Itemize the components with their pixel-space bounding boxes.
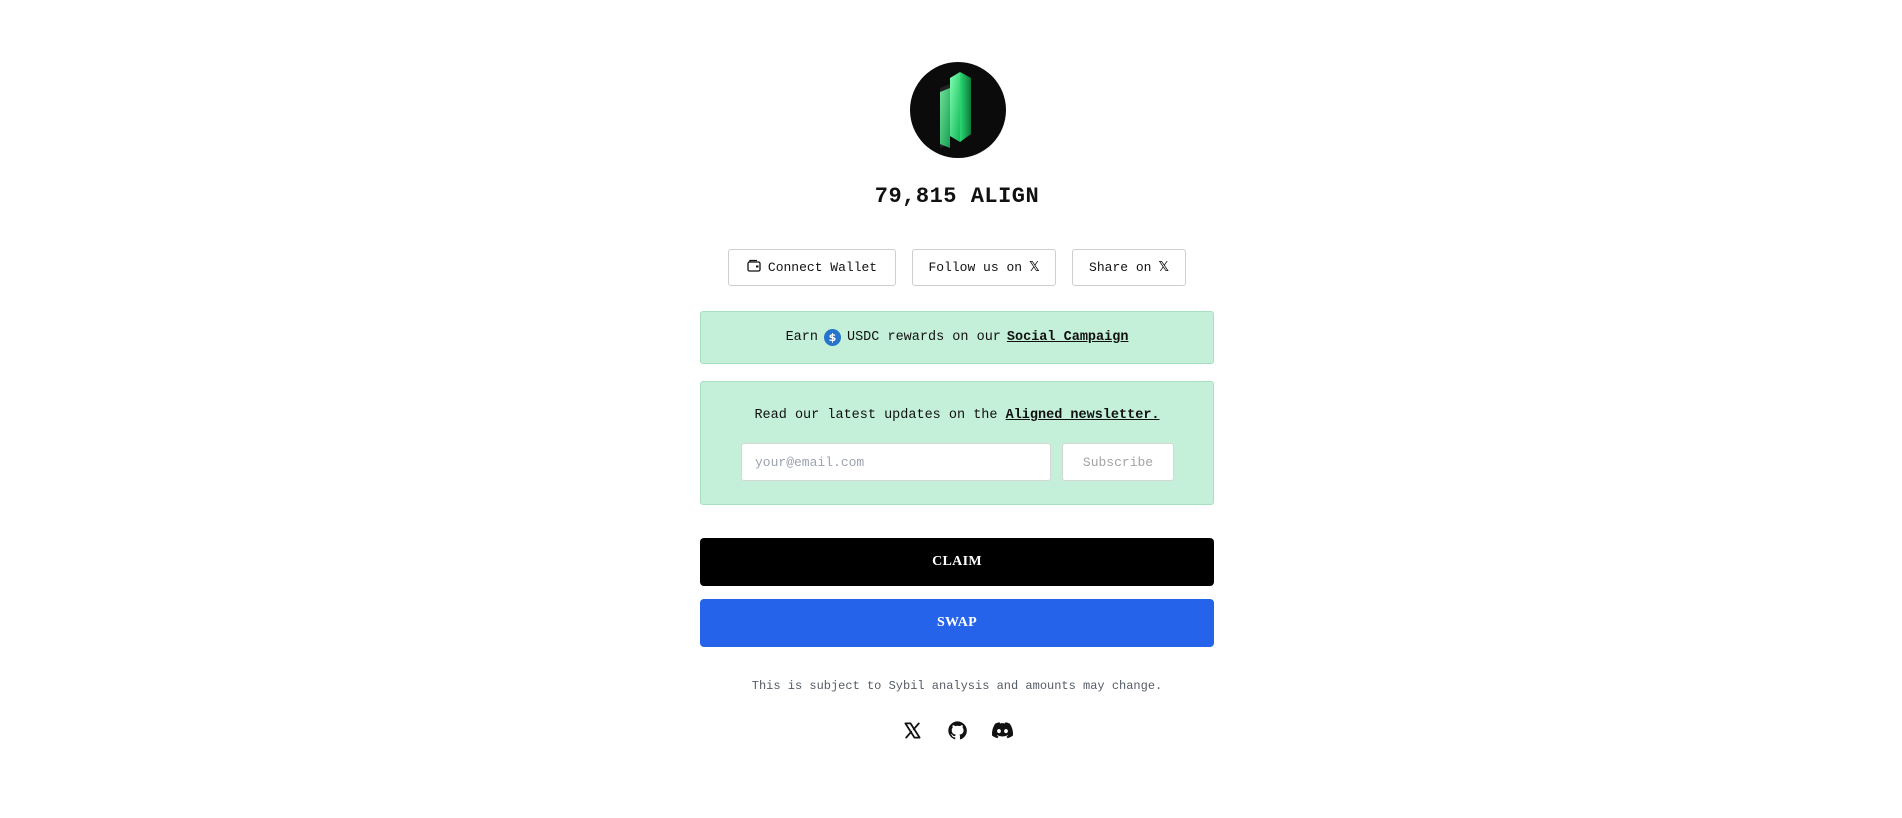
usdc-icon: $ — [823, 329, 841, 346]
newsletter-panel: Read our latest updates on the Aligned n… — [700, 381, 1214, 505]
claim-page: 79,815 ALIGN Connect Wallet Follow us on… — [0, 0, 1902, 818]
connect-wallet-label: Connect Wallet — [767, 260, 878, 275]
connect-wallet-button[interactable]: Connect Wallet — [728, 249, 896, 286]
github-icon[interactable] — [945, 718, 969, 742]
align-logo-icon — [910, 62, 1006, 158]
share-on-x-button[interactable]: Share on 𝕏 — [1072, 249, 1186, 286]
newsletter-prefix: Read our latest updates on the — [754, 408, 998, 423]
newsletter-text: Read our latest updates on the Aligned n… — [701, 408, 1213, 423]
discord-icon[interactable] — [990, 718, 1014, 742]
share-label: Share on — [1089, 260, 1152, 275]
wallet-icon — [747, 259, 761, 276]
email-input[interactable] — [741, 443, 1051, 481]
x-icon: 𝕏 — [1158, 260, 1169, 275]
claim-button[interactable]: CLAIM — [700, 538, 1214, 586]
follow-on-x-button[interactable]: Follow us on 𝕏 — [912, 249, 1056, 286]
swap-button[interactable]: SWAP — [700, 599, 1214, 647]
follow-label: Follow us on — [928, 260, 1023, 275]
token-amount: 79,815 ALIGN — [874, 184, 1040, 209]
sybil-disclaimer: This is subject to Sybil analysis and am… — [751, 679, 1163, 693]
campaign-prefix: Earn — [785, 330, 818, 345]
campaign-banner: Earn $ USDC rewards on our Social Campai… — [700, 311, 1214, 364]
campaign-middle: USDC rewards on our — [846, 330, 1001, 345]
aligned-newsletter-link[interactable]: Aligned newsletter. — [1006, 408, 1160, 423]
x-social-icon[interactable] — [900, 718, 924, 742]
x-icon: 𝕏 — [1029, 260, 1040, 275]
social-campaign-link[interactable]: Social Campaign — [1007, 330, 1129, 345]
subscribe-button[interactable]: Subscribe — [1062, 443, 1174, 481]
